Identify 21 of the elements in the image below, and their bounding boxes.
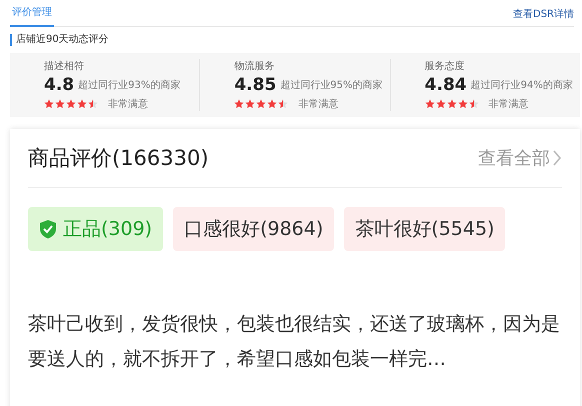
tab[interactable]: 评价管理 — [10, 5, 54, 27]
comparison-text: 超过同行业93%的商家 — [78, 78, 180, 92]
score-value: 4.8 — [44, 75, 74, 95]
review-text: 茶叶己收到，发货很快，包装也很结实，还送了玻璃杯，因为是要送人的，就不拆开了，希望口感如包装一样完… — [28, 312, 561, 372]
section-title: 店铺近90天动态评分 — [10, 34, 572, 46]
score-label: 描述相符 — [44, 60, 85, 73]
rating-text: 非常满意 — [488, 98, 529, 111]
rating-text: 非常满意 — [108, 98, 148, 111]
rating-text: 非常满意 — [298, 98, 338, 111]
comparison-text: 超过同行业94%的商家 — [470, 78, 573, 92]
comparison-text: 超过同行业95%的商家 — [280, 78, 383, 92]
score-label: 服务态度 — [424, 60, 466, 73]
chevron-right-icon — [552, 149, 562, 167]
review-tag[interactable]: 茶叶很好(5545) — [344, 207, 506, 251]
shield-check-icon — [39, 219, 57, 239]
score-value: 4.85 — [234, 75, 276, 95]
score-label: 物流服务 — [234, 60, 276, 73]
review-tag[interactable]: 口感很好(9864) — [173, 207, 334, 251]
reviews-title: 商品评价(166330) — [28, 145, 209, 172]
dsr-details-link[interactable]: 查看DSR详情 — [513, 7, 574, 26]
score-value: 4.84 — [424, 75, 467, 95]
